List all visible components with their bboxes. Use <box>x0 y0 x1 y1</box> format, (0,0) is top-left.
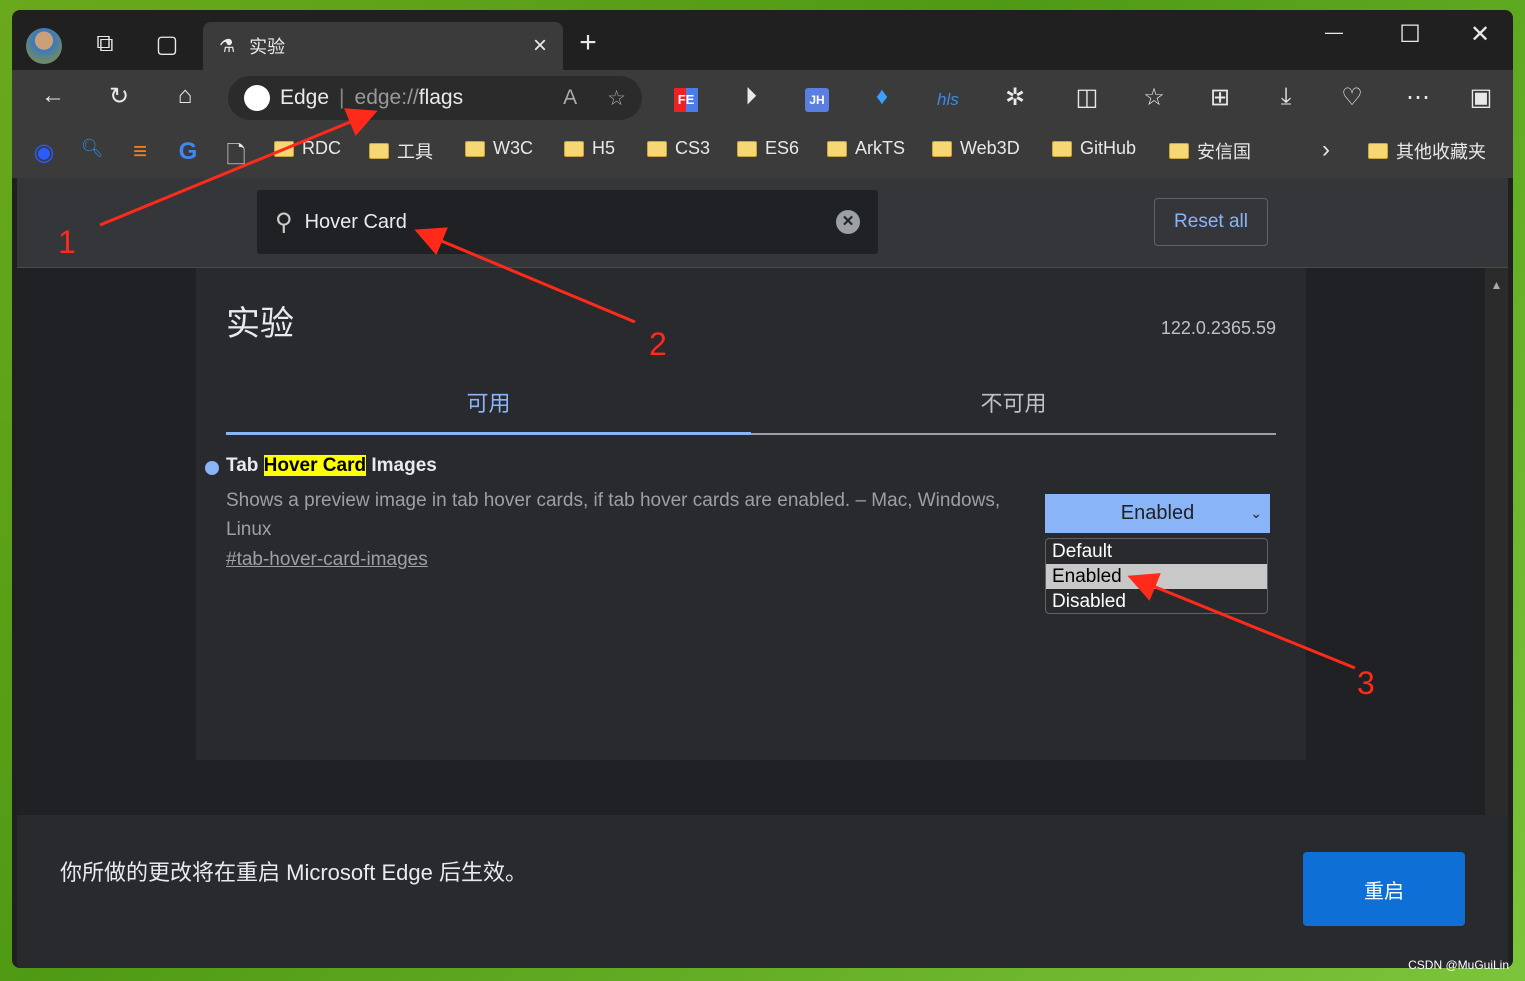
annotation-number-1: 1 <box>58 224 76 260</box>
annotation-number-3: 3 <box>1357 665 1375 701</box>
watermark: CSDN @MuGuiLin <box>1408 958 1509 972</box>
annotation-overlay: 1 2 3 <box>58 108 1375 701</box>
annotation-arrow-2 <box>414 227 636 324</box>
annotation-arrow-3 <box>1127 573 1356 670</box>
annotation-arrow-1 <box>99 108 378 227</box>
annotation-number-2: 2 <box>649 326 667 362</box>
